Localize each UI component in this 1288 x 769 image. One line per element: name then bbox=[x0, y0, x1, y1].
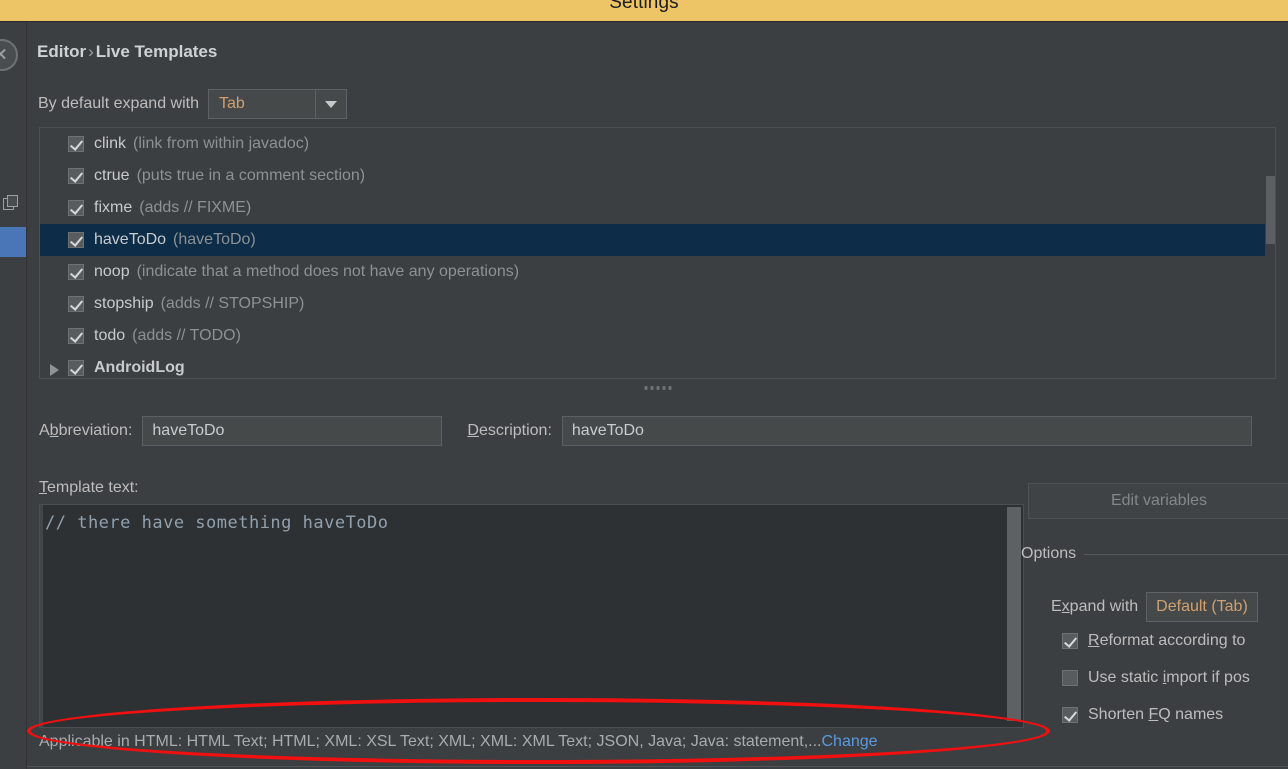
panel-splitter[interactable] bbox=[39, 382, 1276, 394]
edit-variables-label: Edit variables bbox=[1110, 492, 1208, 509]
list-scrollbar[interactable] bbox=[1265, 128, 1275, 378]
option-reformat-label: Reformat according to bbox=[1088, 632, 1246, 649]
default-expand-with-label: By default expand with bbox=[38, 95, 199, 112]
option-expand-with-dropdown[interactable]: Default (Tab) bbox=[1146, 592, 1258, 622]
list-scrollbar-thumb[interactable] bbox=[1266, 176, 1275, 244]
template-text-scrollbar-thumb[interactable] bbox=[1007, 507, 1021, 721]
live-templates-list[interactable]: clink (link from within javadoc) ctrue (put… bbox=[39, 127, 1276, 379]
window-title: Settings bbox=[609, 0, 679, 13]
option-static-import-checkbox-row[interactable]: Use static import if pos bbox=[1062, 669, 1250, 687]
row-checkbox[interactable] bbox=[68, 328, 84, 344]
applicable-text: Applicable in HTML: HTML Text; HTML; XML… bbox=[39, 733, 822, 750]
row-checkbox[interactable] bbox=[68, 264, 84, 280]
description-value: haveToDo bbox=[571, 422, 644, 439]
default-expand-with-dropdown[interactable]: Tab bbox=[208, 89, 347, 119]
row-checkbox[interactable] bbox=[68, 168, 84, 184]
table-row[interactable]: clink (link from within javadoc) bbox=[40, 128, 1275, 160]
change-context-link[interactable]: Change bbox=[822, 733, 878, 750]
option-shorten-fq-checkbox[interactable] bbox=[1062, 707, 1078, 723]
row-name: noop bbox=[94, 263, 130, 280]
option-expand-with-row: Expand with Default (Tab) bbox=[1051, 592, 1258, 622]
edit-variables-button[interactable]: Edit variables bbox=[1028, 483, 1288, 519]
description-label: Description: bbox=[467, 422, 552, 439]
row-description: (adds // TODO) bbox=[132, 327, 241, 344]
row-description: (link from within javadoc) bbox=[133, 135, 310, 152]
option-static-import-label: Use static import if pos bbox=[1088, 669, 1250, 686]
splitter-grip-icon[interactable] bbox=[644, 386, 671, 390]
applicable-context-bar: Applicable in HTML: HTML Text; HTML; XML… bbox=[39, 733, 1288, 757]
breadcrumb-root[interactable]: Editor bbox=[37, 42, 86, 61]
table-row[interactable]: fixme (adds // FIXME) bbox=[40, 192, 1275, 224]
row-name: AndroidLog bbox=[94, 359, 185, 376]
live-templates-rows: clink (link from within javadoc) ctrue (put… bbox=[40, 128, 1275, 378]
row-name: stopship bbox=[94, 295, 154, 312]
abbreviation-value: haveToDo bbox=[152, 422, 225, 439]
row-checkbox[interactable] bbox=[68, 296, 84, 312]
row-name: fixme bbox=[94, 199, 133, 216]
row-description: (indicate that a method does not have an… bbox=[136, 263, 520, 280]
option-shorten-fq-label: Shorten FQ names bbox=[1088, 706, 1224, 723]
default-expand-with-value: Tab bbox=[219, 95, 245, 112]
template-text-label: Template text: bbox=[39, 479, 139, 496]
row-checkbox[interactable] bbox=[68, 360, 84, 376]
abbreviation-input[interactable]: haveToDo bbox=[142, 416, 443, 446]
row-checkbox[interactable] bbox=[68, 136, 84, 152]
option-static-import-checkbox[interactable] bbox=[1062, 670, 1078, 686]
row-name: clink bbox=[94, 135, 127, 152]
options-group-legend: Options bbox=[1021, 545, 1288, 563]
table-row[interactable]: stopship (adds // STOPSHIP) bbox=[40, 288, 1275, 320]
row-name: haveToDo bbox=[94, 231, 167, 248]
option-expand-with-label: Expand with bbox=[1051, 598, 1139, 615]
row-name: ctrue bbox=[94, 167, 130, 184]
breadcrumb-separator-icon: › bbox=[88, 42, 94, 61]
breadcrumb: Editor › Live Templates bbox=[37, 42, 217, 62]
settings-content-pane: Editor › Live Templates By default expand … bbox=[27, 22, 1288, 769]
editor-gutter bbox=[40, 505, 43, 727]
row-description: (adds // STOPSHIP) bbox=[160, 295, 305, 312]
expand-triangle-icon[interactable] bbox=[50, 364, 59, 376]
abbreviation-label: Abbreviation: bbox=[39, 422, 133, 439]
chevron-down-icon[interactable] bbox=[315, 90, 346, 118]
row-name: todo bbox=[94, 327, 126, 344]
table-row[interactable]: noop (indicate that a method does not hav… bbox=[40, 256, 1275, 288]
copy-icon-front-sheet bbox=[7, 195, 18, 207]
row-checkbox[interactable] bbox=[68, 232, 84, 248]
template-text-value: // there have something haveToDo bbox=[45, 513, 389, 533]
option-expand-with-value: Default (Tab) bbox=[1156, 598, 1248, 615]
left-rail bbox=[0, 22, 27, 769]
breadcrumb-current: Live Templates bbox=[95, 42, 218, 61]
copy-icon[interactable] bbox=[3, 195, 19, 211]
table-row[interactable]: haveToDo (haveToDo) bbox=[40, 224, 1275, 256]
option-reformat-checkbox-row[interactable]: Reformat according to bbox=[1062, 632, 1245, 650]
close-icon[interactable] bbox=[0, 39, 18, 71]
template-text-scrollbar[interactable] bbox=[1007, 507, 1021, 725]
bottom-divider bbox=[27, 766, 1288, 767]
description-input[interactable]: haveToDo bbox=[561, 416, 1252, 446]
default-expand-with-row: By default expand with Tab bbox=[38, 88, 347, 120]
row-description: (puts true in a comment section) bbox=[136, 167, 366, 184]
row-description: (adds // FIXME) bbox=[139, 199, 252, 216]
option-shorten-fq-checkbox-row[interactable]: Shorten FQ names bbox=[1062, 706, 1223, 724]
table-row[interactable]: AndroidLog bbox=[40, 352, 1275, 378]
table-row[interactable]: ctrue (puts true in a comment section) bbox=[40, 160, 1275, 192]
row-description: (haveToDo) bbox=[173, 231, 256, 248]
options-legend-label: Options bbox=[1021, 545, 1077, 562]
table-row[interactable]: todo (adds // TODO) bbox=[40, 320, 1275, 352]
row-checkbox[interactable] bbox=[68, 200, 84, 216]
options-legend-rule bbox=[1084, 553, 1288, 555]
rail-selection-indicator[interactable] bbox=[0, 227, 26, 257]
option-reformat-checkbox[interactable] bbox=[1062, 633, 1078, 649]
template-text-editor[interactable]: // there have something haveToDo bbox=[39, 504, 1024, 728]
window-titlebar: Settings bbox=[0, 0, 1288, 22]
template-fields-row: Abbreviation: haveToDo Description: have… bbox=[39, 415, 1288, 447]
